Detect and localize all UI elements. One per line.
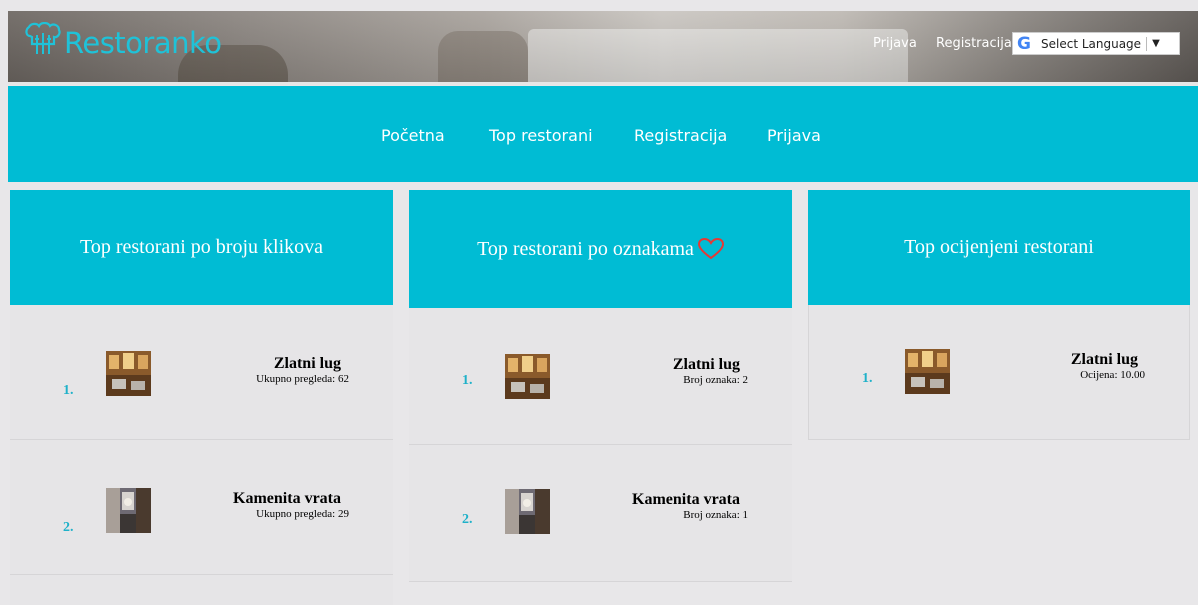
header-login-link[interactable]: Prijava (873, 36, 917, 51)
site-logo[interactable]: Restoranko (24, 22, 222, 58)
restaurant-name[interactable]: Zlatni lug (1071, 351, 1138, 369)
rank-number: 2. (462, 512, 473, 527)
main-nav: Početna Top restorani Registracija Prija… (8, 86, 1198, 182)
language-selector[interactable]: G Select Language ▼ (1012, 32, 1180, 55)
column-list: 1. Zlatni lug Ukupno pregleda: 62 2. Kam… (10, 305, 393, 605)
rating-value: Ocijena: 10.00 (1080, 369, 1145, 381)
rank-number: 1. (462, 373, 473, 388)
restaurant-name[interactable]: Zlatni lug (274, 355, 341, 373)
list-item[interactable]: 1. Zlatni lug Ocijena: 10.00 (808, 305, 1190, 440)
nav-item-top-restorani[interactable]: Top restorani (489, 126, 593, 145)
dropdown-arrow-icon: ▼ (1152, 38, 1160, 49)
header-register-link[interactable]: Registracija (936, 36, 1012, 51)
restaurant-thumbnail[interactable] (905, 349, 950, 394)
google-icon: G (1017, 33, 1031, 54)
restaurant-name[interactable]: Kamenita vrata (632, 491, 740, 509)
restaurant-thumbnail[interactable] (505, 489, 550, 534)
nav-item-prijava[interactable]: Prijava (767, 126, 821, 145)
bookmark-count: Broj oznaka: 2 (683, 374, 748, 386)
list-item[interactable]: 2. Kamenita vrata Ukupno pregleda: 29 (10, 440, 393, 575)
list-item[interactable]: 2. Kamenita vrata Broj oznaka: 1 (409, 445, 792, 582)
chef-hat-icon (25, 22, 61, 54)
top-clicks-column: Top restorani po broju klikova 1. Zlatni… (10, 190, 393, 605)
restaurant-thumbnail[interactable] (106, 488, 151, 533)
rank-number: 2. (63, 520, 74, 535)
bookmark-count: Broj oznaka: 1 (683, 509, 748, 521)
column-title: Top restorani po broju klikova (10, 190, 393, 305)
column-title: Top restorani po oznakama (409, 190, 792, 308)
heart-outline-icon[interactable] (697, 238, 724, 260)
nav-item-pocetna[interactable]: Početna (381, 126, 445, 145)
column-list: 1. Zlatni lug Broj oznaka: 2 2. Kamenita… (409, 308, 792, 582)
restaurant-thumbnail[interactable] (505, 354, 550, 399)
nav-item-registracija[interactable]: Registracija (634, 126, 727, 145)
logo-text: Restoranko (64, 26, 222, 60)
view-count: Ukupno pregleda: 29 (256, 508, 349, 520)
column-title: Top ocijenjeni restorani (808, 190, 1190, 305)
rank-number: 1. (862, 371, 873, 386)
restaurant-name[interactable]: Zlatni lug (673, 356, 740, 374)
list-item[interactable]: 1. Zlatni lug Broj oznaka: 2 (409, 308, 792, 445)
rank-number: 1. (63, 383, 74, 398)
restaurant-name[interactable]: Kamenita vrata (233, 490, 341, 508)
list-item[interactable]: 1. Zlatni lug Ukupno pregleda: 62 (10, 305, 393, 440)
view-count: Ukupno pregleda: 62 (256, 373, 349, 385)
language-selector-label: Select Language (1041, 36, 1142, 51)
top-bookmarks-column: Top restorani po oznakama 1. Zlatni lug … (409, 190, 792, 582)
column-list: 1. Zlatni lug Ocijena: 10.00 (808, 305, 1190, 440)
top-rated-column: Top ocijenjeni restorani 1. Zlatni lug O… (808, 190, 1190, 440)
restaurant-thumbnail[interactable] (106, 351, 151, 396)
